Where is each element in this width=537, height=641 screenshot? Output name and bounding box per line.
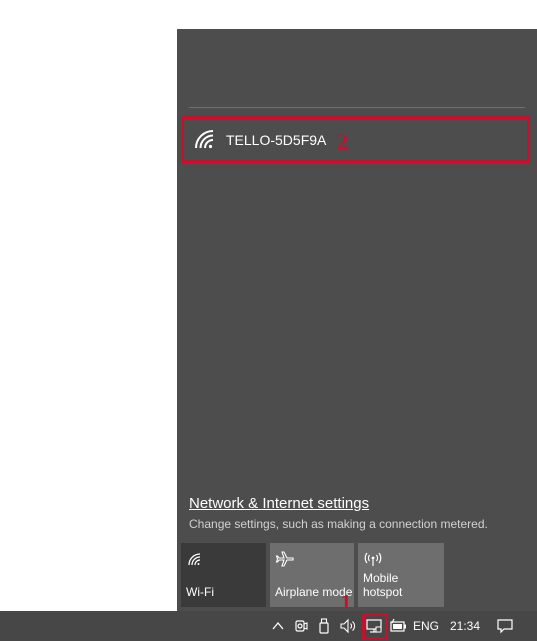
camera-icon [295, 620, 308, 632]
hotspot-icon [364, 552, 382, 566]
wifi-tile[interactable]: Wi-Fi [181, 543, 266, 607]
battery-tray-button[interactable] [388, 611, 408, 641]
usb-tray-button[interactable] [315, 611, 333, 641]
mobile-hotspot-label: Mobile hotspot [363, 571, 402, 599]
mobile-hotspot-tile[interactable]: Mobile hotspot [358, 543, 444, 607]
annotation-number-2: 2 [337, 129, 348, 154]
network-settings-description: Change settings, such as making a connec… [189, 517, 488, 531]
airplane-icon [275, 551, 294, 567]
clock[interactable]: 21:34 [446, 611, 484, 641]
hotspot-label-line-2: hotspot [363, 585, 403, 599]
speaker-icon [340, 618, 355, 634]
chevron-up-icon [272, 621, 284, 630]
taskbar: ENG 21:34 [0, 611, 537, 641]
hotspot-label-line-1: Mobile [363, 571, 399, 585]
camera-tray-button[interactable] [292, 611, 310, 641]
network-settings-link[interactable]: Network & Internet settings [189, 495, 369, 512]
annotation-number-1: 1 [341, 591, 351, 613]
show-hidden-icons-button[interactable] [268, 611, 288, 641]
wifi-icon [188, 553, 201, 566]
usb-icon [319, 618, 329, 634]
wifi-tile-label: Wi-Fi [186, 585, 214, 599]
input-language-indicator[interactable]: ENG [411, 611, 441, 641]
volume-tray-button[interactable] [338, 611, 358, 641]
battery-icon [390, 618, 406, 632]
notification-icon [497, 619, 513, 634]
divider [189, 107, 525, 108]
annotation-box-1 [362, 613, 388, 640]
annotation-box-2 [181, 116, 530, 163]
action-center-button[interactable] [490, 611, 520, 641]
